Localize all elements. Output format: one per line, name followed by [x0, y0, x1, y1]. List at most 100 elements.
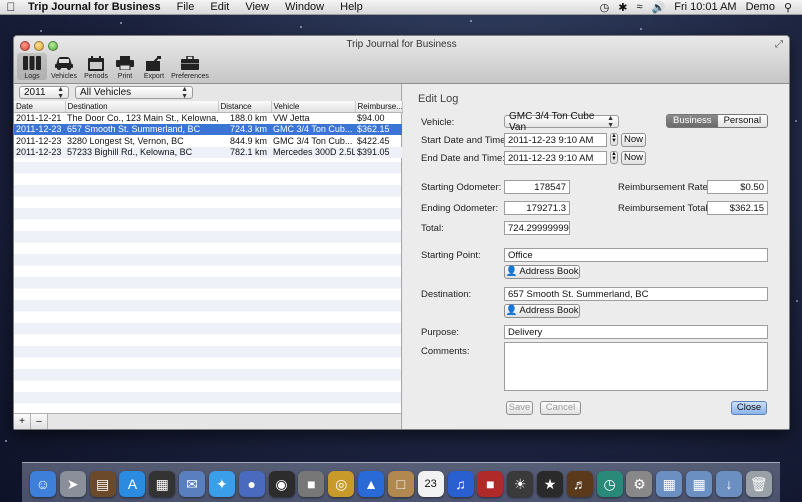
toolbar-print-button[interactable]: Print: [113, 53, 137, 80]
cell-reimbursement: $422.45: [357, 135, 390, 146]
toolbar-vehicles-button[interactable]: Vehicles: [49, 53, 79, 80]
imovie-icon[interactable]: ★: [536, 471, 563, 497]
column-header-reimbursement[interactable]: Reimburse...: [355, 101, 403, 113]
trip-journal-icon[interactable]: ▲: [358, 471, 385, 497]
starting-point-address-book-button[interactable]: 👤 Address Book: [504, 265, 580, 279]
destination-label: Destination:: [421, 289, 472, 300]
facetime-icon[interactable]: ●: [238, 471, 265, 497]
menu-help[interactable]: Help: [332, 1, 371, 13]
person-icon: 👤: [505, 305, 518, 316]
edit-log-pane: Edit Log Vehicle: GMC 3/4 Ton Cube Van ▲…: [403, 84, 789, 429]
app-menu[interactable]: Trip Journal for Business: [22, 1, 169, 13]
end-now-button[interactable]: Now: [621, 151, 646, 165]
ending-odometer-label: Ending Odometer:: [421, 203, 499, 214]
cell-date: 2011-12-21: [16, 113, 62, 123]
destination-address-book-button[interactable]: 👤 Address Book: [504, 304, 580, 318]
iphoto-icon[interactable]: ☀: [507, 471, 534, 497]
start-datetime-stepper[interactable]: ▲ ▼: [610, 133, 618, 146]
itunes-icon[interactable]: ♫: [447, 471, 474, 497]
table-row[interactable]: 2011-12-23 57233 Bighill Rd., Kelowna, B…: [14, 146, 402, 158]
purpose-field[interactable]: Delivery: [504, 325, 768, 339]
menubar-user[interactable]: Demo: [746, 1, 775, 13]
tape-measure-icon[interactable]: ◎: [328, 471, 355, 497]
toolbar-logs-button[interactable]: Logs: [17, 53, 47, 80]
start-datetime-field[interactable]: 2011-12-23 9:10 AM: [504, 133, 607, 147]
column-header-date[interactable]: Date: [14, 101, 66, 113]
column-header-destination[interactable]: Destination: [65, 101, 219, 113]
bluetooth-icon[interactable]: ✱: [618, 1, 627, 14]
save-button[interactable]: Save: [506, 401, 533, 415]
vehicle-popup-value: GMC 3/4 Ton Cube Van: [509, 110, 595, 133]
vehicle-filter-popup[interactable]: All Vehicles ▲ ▼: [75, 85, 193, 100]
toolbar-export-button[interactable]: Export: [139, 53, 169, 80]
documents-folder-icon[interactable]: ▦: [686, 471, 713, 497]
cancel-button[interactable]: Cancel: [540, 401, 581, 415]
mission-control-icon[interactable]: ▦: [149, 471, 176, 497]
starting-point-field[interactable]: Office: [504, 248, 768, 262]
destination-field[interactable]: 657 Smooth St. Summerland, BC: [504, 287, 768, 301]
updown-arrows-icon: ▲ ▼: [181, 85, 188, 100]
reimbursement-total-field[interactable]: $362.15: [707, 201, 768, 215]
cell-date: 2011-12-23: [16, 124, 62, 135]
photo-booth-icon[interactable]: ◉: [268, 471, 295, 497]
end-datetime-field[interactable]: 2011-12-23 9:10 AM: [504, 151, 607, 165]
calendar-app-icon[interactable]: 23: [417, 471, 444, 497]
garageband-icon[interactable]: ♬: [566, 471, 593, 497]
start-now-button[interactable]: Now: [621, 133, 646, 147]
toolbar-periods-button[interactable]: Periods: [81, 53, 111, 80]
vehicle-popup[interactable]: GMC 3/4 Ton Cube Van ▲ ▼: [504, 111, 619, 133]
logs-list-pane: 2011 ▲ ▼ All Vehicles ▲ ▼ Date Destination…: [14, 84, 403, 429]
starting-odometer-field[interactable]: 178547: [504, 180, 570, 194]
segment-business[interactable]: Business: [667, 115, 718, 127]
cell-distance: 782.1 km: [229, 147, 267, 158]
spotlight-icon[interactable]: ⚲: [784, 1, 792, 14]
calendar-icon: [88, 53, 104, 73]
menu-view[interactable]: View: [237, 1, 277, 13]
add-log-button[interactable]: +: [14, 414, 31, 429]
applications-folder-icon[interactable]: ▦: [656, 471, 683, 497]
time-machine-app-icon[interactable]: ◷: [596, 471, 623, 497]
ending-odometer-field[interactable]: 179271.3: [504, 201, 570, 215]
safari-icon[interactable]: ✦: [208, 471, 235, 497]
segment-personal[interactable]: Personal: [717, 115, 768, 127]
table-row[interactable]: 2011-12-23 3280 Longest St, Vernon, BC 8…: [14, 135, 402, 147]
year-popup[interactable]: 2011 ▲ ▼: [19, 86, 69, 100]
menu-file[interactable]: File: [169, 1, 203, 13]
menu-bar:  Trip Journal for Business File Edit Vi…: [0, 0, 802, 15]
wifi-icon[interactable]: ≈: [636, 1, 642, 13]
comments-label: Comments:: [421, 346, 470, 357]
column-header-distance[interactable]: Distance: [218, 101, 272, 113]
column-header-vehicle[interactable]: Vehicle: [271, 101, 356, 113]
menubar-clock[interactable]: Fri 10:01 AM: [674, 1, 736, 13]
cell-destination: 657 Smooth St. Summerland, BC: [67, 124, 201, 135]
fullscreen-icon[interactable]: ⤢: [775, 39, 783, 50]
reimbursement-total-label: Reimbursement Total:: [618, 203, 711, 214]
volume-icon[interactable]: 🔊: [652, 1, 666, 14]
trash-icon[interactable]: 🗑: [745, 471, 772, 497]
total-field: 724.2999999999: [504, 221, 570, 235]
menu-edit[interactable]: Edit: [202, 1, 237, 13]
comments-textarea[interactable]: [504, 342, 768, 391]
menu-window[interactable]: Window: [277, 1, 332, 13]
toolbar-preferences-button[interactable]: Preferences: [171, 53, 209, 80]
remove-log-button[interactable]: –: [31, 414, 48, 429]
time-machine-icon[interactable]: ◷: [600, 1, 610, 14]
address-book-app-icon[interactable]: ■: [298, 471, 325, 497]
system-preferences-icon[interactable]: ⚙: [626, 471, 653, 497]
contacts-icon[interactable]: □: [387, 471, 414, 497]
toolbar-periods-label: Periods: [84, 73, 108, 80]
downloads-folder-icon[interactable]: ↓: [715, 471, 742, 497]
end-datetime-stepper[interactable]: ▲ ▼: [610, 151, 618, 164]
photo-icon[interactable]: ■: [477, 471, 504, 497]
apple-menu-icon[interactable]: : [0, 0, 22, 14]
table-row[interactable]: 2011-12-21 The Door Co., 123 Main St., K…: [14, 112, 402, 124]
dashboard-icon[interactable]: ▤: [89, 471, 116, 497]
app-store-icon[interactable]: A: [119, 471, 146, 497]
launchpad-icon[interactable]: ➤: [59, 471, 86, 497]
reimbursement-rate-field[interactable]: $0.50: [707, 180, 768, 194]
mail-icon[interactable]: ✉: [179, 471, 206, 497]
table-row-selected[interactable]: 2011-12-23 657 Smooth St. Summerland, BC…: [14, 123, 402, 135]
close-button[interactable]: Close: [731, 401, 767, 415]
briefcase-icon: [181, 53, 199, 73]
finder-icon[interactable]: ☺: [29, 471, 56, 497]
